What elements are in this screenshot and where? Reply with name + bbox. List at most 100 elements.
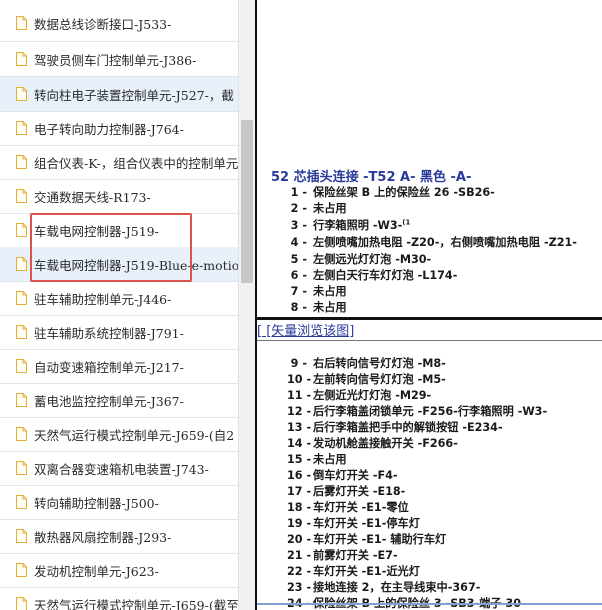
sidebar-item-label: 蓄电池监控控制单元-J367-	[34, 393, 184, 409]
sidebar-item-label: 自动变速箱控制单元-J217-	[34, 359, 184, 375]
pin-description: 行李箱照明 -W3-	[313, 219, 403, 232]
document-icon	[16, 121, 27, 135]
pin-row: 19 - 车灯开关 -E1-停车灯	[287, 515, 420, 531]
sidebar-item[interactable]: 天然气运行模式控制单元-J659-(截至	[0, 587, 238, 610]
pin-row: 8 - 未占用	[287, 299, 347, 315]
pin-description: 左侧远光灯灯泡 -M30-	[313, 253, 432, 266]
pin-description: 左前转向信号灯灯泡 -M5-	[313, 373, 446, 386]
pin-row: 3 - 行李箱照明 -W3-(1	[287, 217, 411, 233]
pin-row: 10 - 左前转向信号灯灯泡 -M5-	[287, 371, 446, 387]
document-icon	[16, 461, 27, 475]
pin-number: 22 -	[287, 565, 312, 578]
document-icon	[16, 155, 27, 169]
sidebar-item[interactable]: 转向辅助控制器-J500-	[0, 485, 238, 519]
sidebar-item-label: 天然气运行模式控制单元-J659-(自2	[34, 427, 235, 443]
pin-description: 左侧近光灯灯泡 -M29-	[313, 389, 432, 402]
pin-description: 接地连接 2，在主导线束中-367-	[313, 581, 481, 594]
sidebar-item[interactable]: 天然气运行模式控制单元-J659-(自2	[0, 417, 238, 451]
pin-row: 17 - 后雾灯开关 -E18-	[287, 483, 405, 499]
sidebar-item[interactable]: 驻车辅助系统控制器-J791-	[0, 315, 238, 349]
pin-description: 前雾灯开关 -E7-	[313, 549, 398, 562]
sidebar-tree: 数据总线诊断接口-J533- 驾驶员侧车门控制单元-J386- 转向柱电子装置控…	[0, 0, 238, 610]
pin-description: 保险丝架 B 上的保险丝 26 -SB26-	[313, 186, 495, 199]
sidebar-item[interactable]: 车载电网控制器-J519-	[0, 213, 238, 247]
pin-number: 23 -	[287, 581, 312, 594]
document-icon	[16, 563, 27, 577]
document-icon	[16, 291, 27, 305]
sidebar-item[interactable]: 自动变速箱控制单元-J217-	[0, 349, 238, 383]
pin-number: 5 -	[290, 253, 307, 266]
pin-row: 7 - 未占用	[287, 283, 347, 299]
sidebar-item[interactable]: 驾驶员侧车门控制单元-J386-	[0, 42, 238, 76]
pin-description: 后行李箱盖把手中的解锁按钮 -E234-	[313, 421, 503, 434]
pin-description: 发动机舱盖接触开关 -F266-	[313, 437, 458, 450]
pin-row: 11 - 左侧近光灯灯泡 -M29-	[287, 387, 431, 403]
sidebar-scrollbar[interactable]	[238, 0, 256, 610]
pin-description: 未占用	[313, 202, 347, 215]
pin-description: 车灯开关 -E1-零位	[313, 501, 409, 514]
sidebar-item[interactable]: 散热器风扇控制器-J293-	[0, 519, 238, 553]
document-icon	[16, 359, 27, 373]
document-icon	[16, 257, 27, 271]
connector-title: 52 芯插头连接 -T52 A- 黑色 -A-	[271, 170, 472, 185]
document-icon	[16, 529, 27, 543]
pin-number: 13 -	[287, 421, 312, 434]
sidebar-item[interactable]: 交通数据天线-R173-	[0, 179, 238, 213]
pin-description: 倒车灯开关 -F4-	[313, 469, 398, 482]
pin-number: 9 -	[290, 357, 307, 370]
sidebar-item[interactable]: 数据总线诊断接口-J533-	[0, 6, 238, 40]
pin-row: 1 - 保险丝架 B 上的保险丝 26 -SB26-	[287, 184, 495, 200]
pin-description: 车灯开关 -E1-停车灯	[313, 517, 420, 530]
pin-number: 1 -	[290, 186, 307, 199]
sidebar-item-selected[interactable]: 车载电网控制器-J519-Blue-e-motion	[0, 247, 238, 281]
pin-number: 10 -	[287, 373, 312, 386]
sidebar-item-label: 转向辅助控制器-J500-	[34, 495, 159, 511]
content-pane: 52 芯插头连接 -T52 A- 黑色 -A- 1 - 保险丝架 B 上的保险丝 …	[257, 0, 602, 610]
sidebar-item[interactable]: 发动机控制单元-J623-	[0, 553, 238, 587]
pin-number: 16 -	[287, 469, 312, 482]
sidebar-item-label: 车载电网控制器-J519-	[34, 223, 159, 239]
document-icon	[16, 223, 27, 237]
sidebar-item[interactable]: 组合仪表-K-，组合仪表中的控制单元	[0, 145, 238, 179]
pin-row: 22 - 车灯开关 -E1-近光灯	[287, 563, 420, 579]
pin-row: 6 - 左侧白天行车灯灯泡 -L174-	[287, 267, 458, 283]
document-icon	[16, 16, 27, 30]
pin-description: 未占用	[313, 285, 347, 298]
bottom-border	[257, 603, 602, 605]
document-icon	[16, 87, 27, 101]
pin-row: 9 - 右后转向信号灯灯泡 -M8-	[287, 355, 446, 371]
sidebar-item[interactable]: 驻车辅助控制单元-J446-	[0, 281, 238, 315]
vector-view-link[interactable]: [ [矢量浏览该图]	[257, 324, 354, 339]
pin-description: 未占用	[313, 453, 347, 466]
pin-row: 5 - 左侧远光灯灯泡 -M30-	[287, 251, 432, 267]
pin-description: 左侧白天行车灯灯泡 -L174-	[313, 269, 458, 282]
document-icon	[16, 325, 27, 339]
pin-number: 17 -	[287, 485, 312, 498]
sidebar-item[interactable]: 转向柱电子装置控制单元-J527-，截	[0, 77, 238, 111]
document-icon	[16, 393, 27, 407]
sidebar-item-label: 发动机控制单元-J623-	[34, 563, 159, 579]
sidebar-item[interactable]: 蓄电池监控控制单元-J367-	[0, 383, 238, 417]
pin-row: 16 - 倒车灯开关 -F4-	[287, 467, 398, 483]
sidebar-item[interactable]: 电子转向助力控制器-J764-	[0, 111, 238, 145]
pin-description: 左侧喷嘴加热电阻 -Z20-，右侧喷嘴加热电阻 -Z21-	[313, 236, 577, 249]
pin-number: 2 -	[290, 202, 307, 215]
pin-number: 14 -	[287, 437, 312, 450]
document-icon	[16, 495, 27, 509]
pin-row: 20 - 车灯开关 -E1- 辅助行车灯	[287, 531, 446, 547]
pin-row: 18 - 车灯开关 -E1-零位	[287, 499, 409, 515]
document-icon	[16, 189, 27, 203]
pin-row: 21 - 前雾灯开关 -E7-	[287, 547, 398, 563]
pin-row: 23 - 接地连接 2，在主导线束中-367-	[287, 579, 480, 595]
sidebar-item[interactable]: 双离合器变速箱机电装置-J743-	[0, 451, 238, 485]
pin-row: 2 - 未占用	[287, 200, 347, 216]
pin-description: 后行李箱盖闭锁单元 -F256-行李箱照明 -W3-	[313, 405, 548, 418]
sidebar-item-label: 转向柱电子装置控制单元-J527-，截	[34, 87, 234, 103]
pin-description: 后雾灯开关 -E18-	[313, 485, 406, 498]
scrollbar-thumb[interactable]	[241, 120, 253, 283]
pin-number: 19 -	[287, 517, 312, 530]
pin-number: 11 -	[287, 389, 312, 402]
pin-number: 21 -	[287, 549, 312, 562]
pin-number: 12 -	[287, 405, 312, 418]
pin-number: 4 -	[290, 236, 307, 249]
